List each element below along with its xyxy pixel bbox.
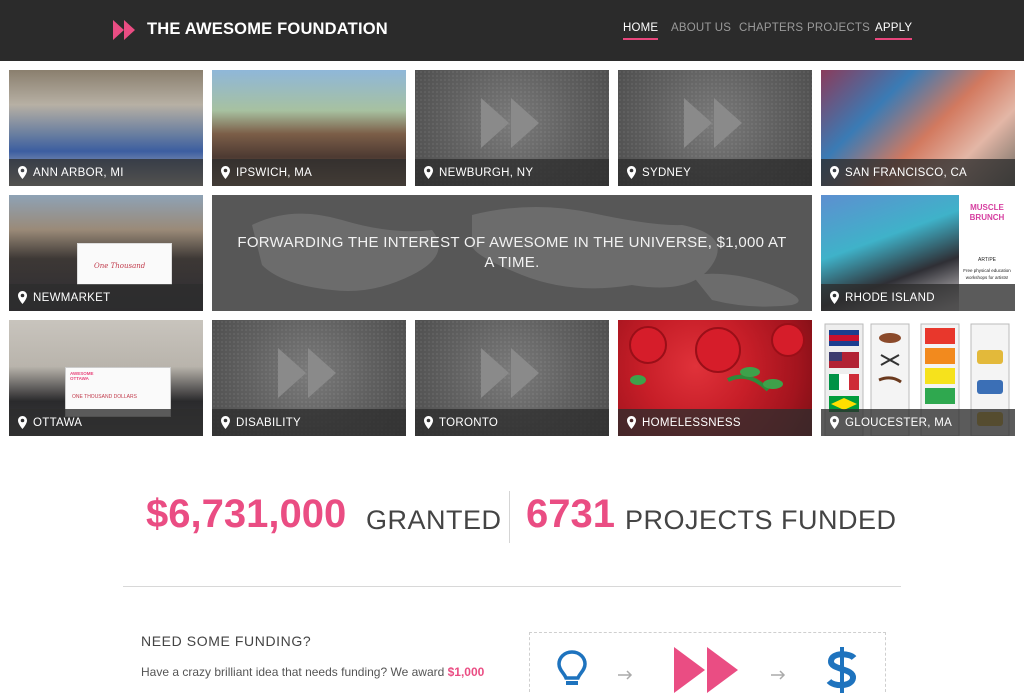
poster-text-1: Free physical education <box>963 268 1011 273</box>
tile-newmarket[interactable]: One Thousand NEWMARKET <box>9 195 203 311</box>
main-nav: HOME ABOUT US CHAPTERS PROJECTS APPLY <box>0 22 1024 42</box>
poster-logo: MUSCLE BRUNCH <box>969 203 1005 222</box>
tile-label: DISABILITY <box>236 417 301 429</box>
poster-art-pe: ART/PE <box>978 257 996 263</box>
nav-home[interactable]: HOME <box>623 22 659 40</box>
location-pin-icon <box>830 416 839 429</box>
location-pin-icon <box>18 291 27 304</box>
granted-label: GRANTED <box>366 505 502 535</box>
tile-label: SAN FRANCISCO, CA <box>845 167 968 179</box>
location-pin-icon <box>830 166 839 179</box>
tile-toronto[interactable]: TORONTO <box>415 320 609 436</box>
tile-label: NEWBURGH, NY <box>439 167 534 179</box>
funding-amount-highlight: $1,000 <box>447 665 485 679</box>
tile-san-francisco[interactable]: SAN FRANCISCO, CA <box>821 70 1015 186</box>
nav-apply-label: APPLY <box>875 22 913 34</box>
tile-ann-arbor[interactable]: ANN ARBOR, MI <box>9 70 203 186</box>
ottawa-check-amount: ONE THOUSAND DOLLARS <box>72 394 137 400</box>
nav-apply[interactable]: APPLY <box>875 22 913 40</box>
fast-forward-icon <box>684 98 742 148</box>
nav-projects-label: PROJECTS <box>807 22 870 34</box>
site-tagline: FORWARDING THE INTEREST OF AWESOME IN TH… <box>237 234 787 271</box>
projects-label: PROJECTS FUNDED <box>625 505 897 535</box>
newmarket-check-amount: One Thousand <box>94 262 146 270</box>
tile-label: ANN ARBOR, MI <box>33 167 124 179</box>
nav-projects[interactable]: PROJECTS <box>807 22 870 34</box>
site-header: THE AWESOME FOUNDATION HOME ABOUT US CHA… <box>0 0 1024 61</box>
tile-homelessness[interactable]: HOMELESSNESS <box>618 320 812 436</box>
tile-label: SYDNEY <box>642 167 692 179</box>
tagline-banner: FORWARDING THE INTEREST OF AWESOME IN TH… <box>212 195 812 311</box>
location-pin-icon <box>627 166 636 179</box>
location-pin-icon <box>18 166 27 179</box>
fast-forward-icon <box>481 348 539 398</box>
tile-label: IPSWICH, MA <box>236 167 313 179</box>
funding-text-prefix: Have a crazy brilliant idea that needs f… <box>141 665 448 679</box>
tile-ottawa[interactable]: AWESOME OTTAWA ONE THOUSAND DOLLARS OTTA… <box>9 320 203 436</box>
tile-label: GLOUCESTER, MA <box>845 417 953 429</box>
tile-rhode-island[interactable]: MUSCLE BRUNCH ART/PE Free physical educa… <box>821 195 1015 311</box>
stats-section: $6,731,000 GRANTED 6731 PROJECTS FUNDED <box>0 486 1024 546</box>
location-pin-icon <box>830 291 839 304</box>
tile-disability[interactable]: DISABILITY <box>212 320 406 436</box>
location-pin-icon <box>221 416 230 429</box>
funding-title: NEED SOME FUNDING? <box>141 633 312 649</box>
nav-home-label: HOME <box>623 22 659 34</box>
tile-ipswich[interactable]: IPSWICH, MA <box>212 70 406 186</box>
fast-forward-icon <box>674 647 738 693</box>
location-pin-icon <box>18 416 27 429</box>
dollar-icon <box>826 647 857 693</box>
nav-chapters-label: CHAPTERS <box>739 22 804 34</box>
location-pin-icon <box>424 416 433 429</box>
funding-text: Have a crazy brilliant idea that needs f… <box>141 665 484 679</box>
tile-label: RHODE ISLAND <box>845 292 935 304</box>
location-pin-icon <box>221 166 230 179</box>
tile-label: TORONTO <box>439 417 499 429</box>
nav-apply-underline <box>875 38 913 40</box>
arrow-right-icon <box>618 670 633 680</box>
section-divider <box>123 586 901 587</box>
tile-label: HOMELESSNESS <box>642 417 741 429</box>
newmarket-check: One Thousand <box>77 243 172 285</box>
poster-text-2: workshops for artists! <box>965 275 1009 280</box>
location-pin-icon <box>424 166 433 179</box>
lightbulb-icon <box>557 650 587 685</box>
tile-label: NEWMARKET <box>33 292 111 304</box>
location-pin-icon <box>627 416 636 429</box>
nav-chapters[interactable]: CHAPTERS <box>739 22 803 34</box>
nav-about-us[interactable]: ABOUT US <box>671 22 731 34</box>
tile-gloucester[interactable]: GLOUCESTER, MA <box>821 320 1015 436</box>
nav-about-label: ABOUT US <box>671 22 732 34</box>
fast-forward-icon <box>481 98 539 148</box>
ottawa-check-brand: AWESOME OTTAWA <box>70 371 94 381</box>
funding-steps <box>529 632 886 693</box>
fast-forward-icon <box>278 348 336 398</box>
tile-newburgh[interactable]: NEWBURGH, NY <box>415 70 609 186</box>
projects-count: 6731 <box>526 492 615 536</box>
stats-divider <box>509 491 510 543</box>
granted-amount: $6,731,000 <box>146 492 347 536</box>
tile-label: OTTAWA <box>33 417 83 429</box>
arrow-right-icon <box>771 670 786 680</box>
nav-active-underline <box>623 38 659 40</box>
tile-sydney[interactable]: SYDNEY <box>618 70 812 186</box>
